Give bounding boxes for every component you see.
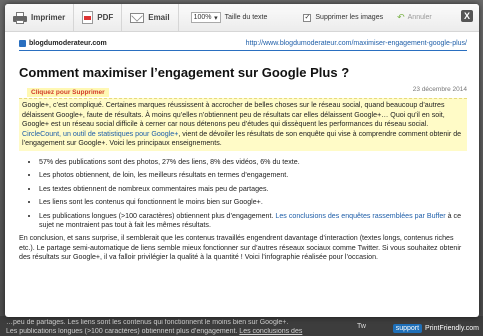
email-button[interactable]: Email xyxy=(122,4,179,32)
email-label: Email xyxy=(148,13,170,22)
pdf-label: PDF xyxy=(97,13,114,22)
remove-images-label[interactable]: Supprimer les images xyxy=(315,14,383,21)
circlecount-link[interactable]: CircleCount, un outil de statistiques po… xyxy=(22,130,178,138)
list-item: Les textes obtiennent de nombreux commen… xyxy=(39,185,467,194)
pdf-icon xyxy=(82,11,94,24)
site-favicon-icon xyxy=(19,40,26,47)
print-toolbar: Imprimer PDF Email 100% ▾ Taille du text… xyxy=(5,4,479,32)
print-preview-dialog: Imprimer PDF Email 100% ▾ Taille du text… xyxy=(5,4,479,317)
printfriendly-brand[interactable]: PrintFriendly.com xyxy=(425,325,479,332)
click-to-delete-tag[interactable]: Cliquez pour Supprimer xyxy=(27,88,109,97)
text-size-label: Taille du texte xyxy=(224,14,268,21)
text-size-value: 100% xyxy=(193,14,212,21)
undo-button[interactable]: ↶ Annuler xyxy=(397,12,432,23)
close-button[interactable]: X xyxy=(461,10,473,22)
print-button[interactable]: Imprimer xyxy=(5,4,75,32)
list-item: 57% des publications sont des photos, 27… xyxy=(39,158,467,167)
print-label: Imprimer xyxy=(31,13,66,22)
remove-images-checkbox[interactable]: ✓ xyxy=(303,13,312,22)
intro-paragraph[interactable]: Google+, c’est compliqué. Certaines marq… xyxy=(19,98,467,151)
source-site-name: blogdumoderateur.com xyxy=(29,40,107,47)
list-item: Les publications longues (>100 caractère… xyxy=(39,212,467,230)
background-tw-fragment: Tw xyxy=(357,323,366,330)
list-item: Les photos obtiennent, de loin, les meil… xyxy=(39,171,467,180)
printfriendly-badge[interactable]: support PrintFriendly.com xyxy=(392,324,479,333)
background-link[interactable]: Les conclusions des xyxy=(239,328,302,335)
article-preview: blogdumoderateur.com http://www.blogdumo… xyxy=(5,32,479,263)
undo-label: Annuler xyxy=(407,14,432,21)
mail-icon xyxy=(130,12,145,23)
printer-icon xyxy=(13,11,27,24)
undo-icon: ↶ xyxy=(397,12,405,22)
article-meta: Cliquez pour Supprimer 23 décembre 2014 xyxy=(19,86,467,98)
pdf-button[interactable]: PDF xyxy=(74,4,123,32)
support-button[interactable]: support xyxy=(392,324,423,333)
chevron-down-icon: ▾ xyxy=(214,14,218,22)
list-item: Les liens sont les contenus qui fonction… xyxy=(39,198,467,207)
findings-list: 57% des publications sont des photos, 27… xyxy=(19,158,467,230)
source-bar: blogdumoderateur.com http://www.blogdumo… xyxy=(19,40,467,51)
source-url[interactable]: http://www.blogdumoderateur.com/maximise… xyxy=(246,40,467,47)
source-site: blogdumoderateur.com xyxy=(19,40,107,47)
buffer-conclusions-link[interactable]: Les conclusions des enquêtes rassemblées… xyxy=(275,212,445,220)
conclusion-paragraph: En conclusion, et sans surprise, il semb… xyxy=(19,233,462,262)
article-title: Comment maximiser l’engagement sur Googl… xyxy=(19,65,350,80)
article-date: 23 décembre 2014 xyxy=(412,86,467,93)
text-size-select[interactable]: 100% ▾ xyxy=(190,12,221,23)
